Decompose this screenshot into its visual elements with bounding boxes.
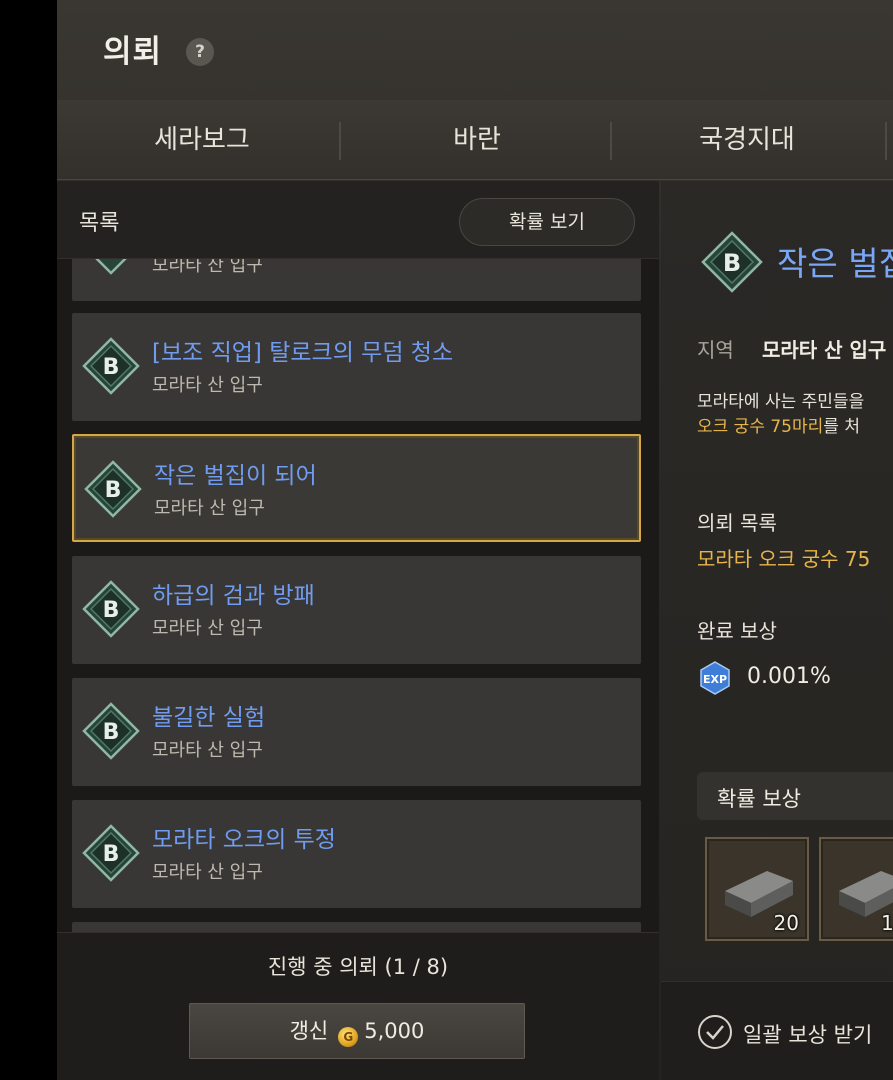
grade-b-icon: B bbox=[82, 580, 140, 638]
quest-item-selected[interactable]: B 작은 벌집이 되어 모라타 산 입구 bbox=[72, 434, 641, 542]
svg-text:B: B bbox=[723, 249, 741, 277]
reward-label: 완료 보상 bbox=[697, 619, 777, 643]
progress-count: 진행 중 의뢰 (1 / 8) bbox=[267, 955, 449, 979]
tab-baran[interactable]: 바란 bbox=[377, 100, 577, 180]
item-count: 1 bbox=[881, 911, 893, 935]
quest-title: 하급의 검과 방패 bbox=[152, 583, 315, 609]
item-count: 20 bbox=[773, 911, 799, 935]
region-label: 지역 bbox=[697, 338, 734, 362]
quest-location: 모라타 산 입구 bbox=[152, 740, 263, 761]
list-header: 목록 확률 보기 bbox=[57, 181, 659, 259]
quest-location: 모라타 산 입구 bbox=[152, 862, 263, 883]
quest-title: 불길한 실험 bbox=[152, 705, 266, 731]
quest-location: 모라타 산 입구 bbox=[154, 498, 265, 519]
probability-reward-label: 확률 보상 bbox=[717, 787, 801, 811]
quest-list[interactable]: 모라타 산 입구 B [보조 직업] 탈로크의 무덤 청소 모라타 산 입구 B… bbox=[57, 259, 659, 932]
quest-location: 모라타 산 입구 bbox=[152, 375, 263, 396]
quest-title: 작은 벌집이 되어 bbox=[154, 463, 317, 489]
detail-title: 작은 벌집이 되어 bbox=[777, 244, 893, 283]
objective-text: 모라타 오크 궁수 75 bbox=[697, 547, 871, 571]
objectives-label: 의뢰 목록 bbox=[697, 511, 777, 535]
page-title: 의뢰 bbox=[103, 34, 163, 70]
grade-b-icon: B bbox=[84, 460, 142, 518]
reward-item-slot[interactable]: 20 bbox=[705, 837, 809, 941]
refresh-label: 갱신 bbox=[289, 1019, 329, 1043]
svg-text:B: B bbox=[103, 842, 120, 867]
quest-location: 모라타 산 입구 bbox=[152, 259, 263, 276]
list-footer: 진행 중 의뢰 (1 / 8) 갱신 G 5,000 bbox=[57, 932, 659, 1080]
exp-reward-value: 0.001% bbox=[747, 664, 831, 689]
tab-divider bbox=[339, 122, 341, 160]
tab-serabog[interactable]: 세라보그 bbox=[97, 100, 307, 180]
refresh-button[interactable]: 갱신 G 5,000 bbox=[189, 1003, 525, 1059]
list-title: 목록 bbox=[79, 211, 120, 236]
quest-item-partial[interactable]: 모라타 산 입구 bbox=[72, 259, 641, 301]
quest-list-panel: 목록 확률 보기 모라타 산 입구 B [보조 직업] 탈로크의 무덤 청소 모… bbox=[57, 181, 659, 1080]
quest-title: 모라타 오크의 투정 bbox=[152, 827, 336, 853]
grade-b-icon bbox=[95, 259, 127, 275]
description-highlight: 오크 궁수 75마리 bbox=[697, 417, 824, 437]
svg-text:B: B bbox=[103, 720, 120, 745]
grade-b-icon: B bbox=[82, 337, 140, 395]
quest-item[interactable]: B 하급의 검과 방패 모라타 산 입구 bbox=[72, 556, 641, 664]
header: 의뢰 ? bbox=[57, 0, 893, 100]
description-line-1: 모라타에 사는 주민들을 bbox=[697, 392, 865, 412]
svg-text:B: B bbox=[103, 598, 120, 623]
quest-title: [보조 직업] 탈로크의 무덤 청소 bbox=[152, 340, 454, 366]
grade-b-icon: B bbox=[82, 824, 140, 882]
check-circle-icon[interactable] bbox=[697, 1014, 733, 1050]
svg-text:EXP: EXP bbox=[703, 673, 727, 686]
refresh-cost: 5,000 bbox=[364, 1019, 425, 1043]
detail-footer: 일괄 보상 받기 bbox=[661, 981, 893, 1080]
exp-icon: EXP bbox=[700, 661, 730, 695]
region-value: 모라타 산 입구 bbox=[762, 338, 887, 362]
quest-item[interactable]: B 모라타 오크의 투정 모라타 산 입구 bbox=[72, 800, 641, 908]
collect-all-rewards-button[interactable]: 일괄 보상 받기 bbox=[743, 1019, 872, 1049]
tab-divider bbox=[885, 122, 887, 160]
quest-location: 모라타 산 입구 bbox=[152, 618, 263, 639]
tab-divider bbox=[610, 122, 612, 160]
view-probability-button[interactable]: 확률 보기 bbox=[459, 198, 635, 246]
quest-item-partial[interactable] bbox=[72, 922, 641, 932]
probability-reward-header: 확률 보상 bbox=[697, 772, 893, 820]
description-line-2: 오크 궁수 75마리를 처 bbox=[697, 417, 860, 437]
svg-text:B: B bbox=[103, 355, 120, 380]
help-icon[interactable]: ? bbox=[186, 38, 214, 66]
grade-b-icon: B bbox=[82, 702, 140, 760]
quest-item[interactable]: B 불길한 실험 모라타 산 입구 bbox=[72, 678, 641, 786]
svg-text:B: B bbox=[105, 478, 122, 503]
quest-item[interactable]: B [보조 직업] 탈로크의 무덤 청소 모라타 산 입구 bbox=[72, 313, 641, 421]
tab-border-zone[interactable]: 국경지대 bbox=[647, 100, 847, 180]
grade-b-icon: B bbox=[701, 231, 763, 293]
reward-item-slot[interactable]: 1 bbox=[819, 837, 893, 941]
quest-detail-panel: B 작은 벌집이 되어 지역 모라타 산 입구 모라타에 사는 주민들을 오크 … bbox=[661, 181, 893, 1080]
gold-coin-icon: G bbox=[338, 1027, 359, 1047]
region-tabs: 세라보그 바란 국경지대 bbox=[57, 100, 893, 180]
quest-window: 의뢰 ? 세라보그 바란 국경지대 목록 확률 보기 모라타 산 입구 B [보… bbox=[57, 0, 893, 1080]
